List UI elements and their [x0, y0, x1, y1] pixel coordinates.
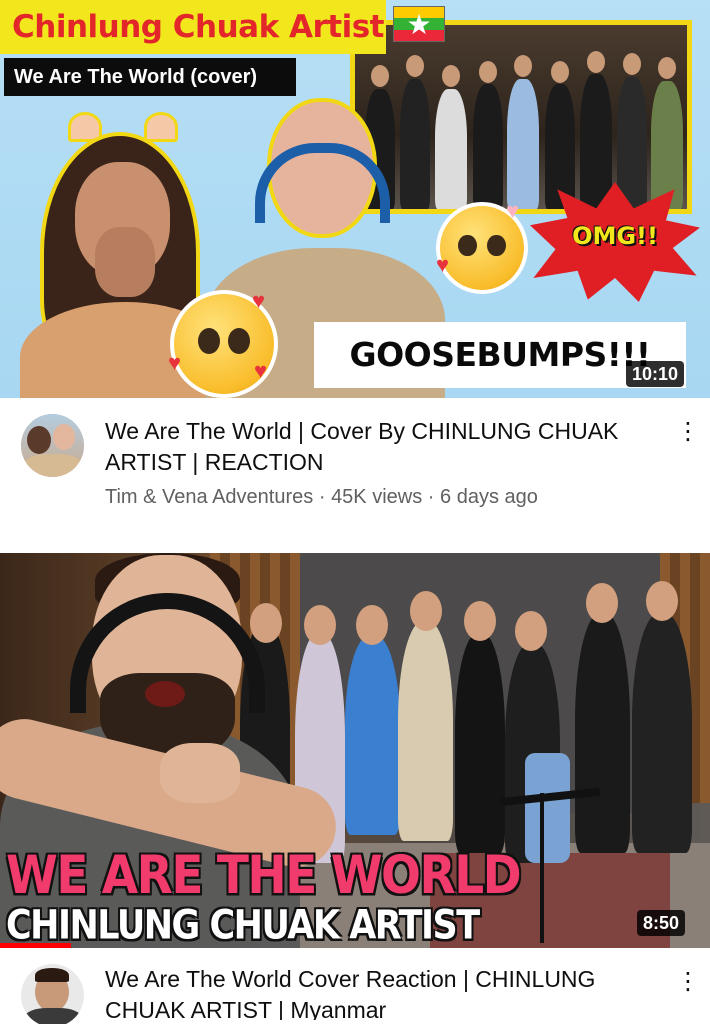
upload-age: 6 days ago [440, 486, 538, 508]
video-metadata: Tim & Vena Adventures · 45K views · 6 da… [105, 483, 538, 511]
video-title[interactable]: We Are The World Cover Reaction | CHINLU… [105, 964, 625, 1020]
meta-separator: · [427, 486, 435, 508]
meta-separator: · [318, 486, 326, 508]
thumbnail-subtitle-banner: We Are The World (cover) [4, 58, 296, 96]
myanmar-flag-icon: ★ [393, 6, 445, 42]
duration-badge: 8:50 [637, 910, 686, 936]
crying-face-emoji-icon: ♥ ♥ [436, 200, 528, 294]
more-options-icon[interactable]: ⋮ [676, 970, 700, 994]
thumbnail-subheadline: CHINLUNG CHUAK ARTIST [6, 903, 480, 949]
video-thumbnail[interactable]: Chinlung Chuak Artist ★ We Are The World… [0, 0, 710, 398]
view-count: 45K views [331, 486, 423, 508]
channel-avatar[interactable] [21, 414, 84, 477]
duration-badge: 10:10 [626, 361, 685, 387]
video-meta-row[interactable]: We Are The World Cover Reaction | CHINLU… [0, 948, 710, 1024]
thumbnail-title-banner: Chinlung Chuak Artist [0, 0, 386, 54]
pleading-face-emoji-icon: ♥ ♥ ♥ [168, 290, 278, 398]
thumbnail-headline: WE ARE THE WORLD [6, 845, 522, 907]
omg-sticker-text: OMG!! [572, 222, 658, 250]
video-meta-row[interactable]: We Are The World | Cover By CHINLUNG CHU… [0, 398, 710, 553]
channel-avatar[interactable] [21, 964, 84, 1024]
video-title[interactable]: We Are The World | Cover By CHINLUNG CHU… [105, 416, 625, 478]
more-options-icon[interactable]: ⋮ [676, 420, 700, 444]
channel-name[interactable]: Tim & Vena Adventures [105, 486, 313, 508]
